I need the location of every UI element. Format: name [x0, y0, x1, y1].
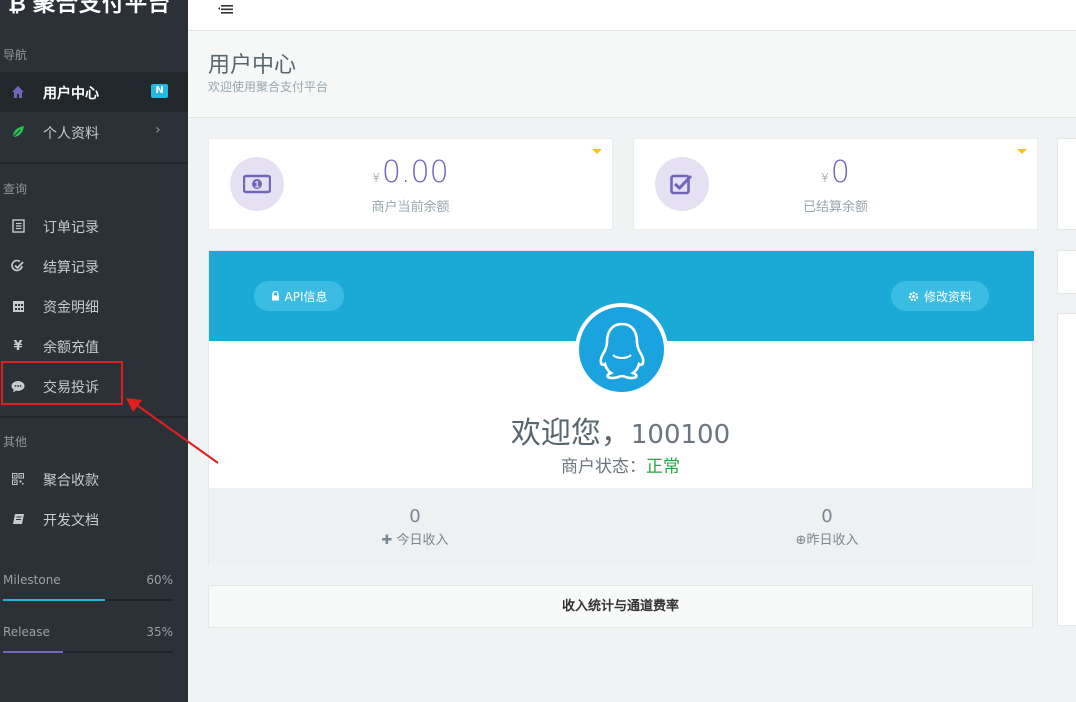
page-title: 用户中心 [208, 53, 297, 78]
sidebar-item-label: 开发文档 [43, 513, 99, 529]
release-value: 35% [146, 625, 173, 639]
sidebar-item-profile[interactable]: 个人资料 › [0, 112, 188, 152]
edit-profile-button[interactable]: 修改资料 [891, 281, 989, 311]
topbar [188, 0, 1076, 31]
dropdown-caret-icon[interactable] [592, 149, 602, 154]
sidebar-item-dev-docs[interactable]: 开发文档 [0, 499, 188, 539]
milestone-label: Milestone [3, 573, 61, 587]
release-progress-bar [3, 651, 173, 653]
api-info-button[interactable]: API信息 [254, 281, 344, 311]
income-stats-tab[interactable]: 收入统计与通道费率 [208, 585, 1033, 628]
lock-icon [271, 291, 279, 301]
income-summary: 0 ✚ 今日收入 0 ⊕昨日收入 [209, 488, 1034, 565]
sidebar-divider [0, 162, 188, 164]
sidebar-item-recharge[interactable]: ¥ 余额充值 [0, 326, 188, 366]
release-progress-fill [3, 651, 63, 653]
milestone-value: 60% [146, 573, 173, 587]
partial-card [1057, 313, 1076, 626]
profile-panel: API信息 修改资料 欢迎您，100100 商户状态：正常 0 ✚ 今日收入 0… [208, 250, 1034, 565]
sidebar-item-user-center[interactable]: 用户中心 N [0, 72, 188, 112]
sidebar-item-settlements[interactable]: 结算记录 [0, 246, 188, 286]
currency-symbol: ¥ [372, 171, 380, 185]
release-label: Release [3, 625, 50, 639]
sidebar-item-label: 余额充值 [43, 340, 99, 356]
sidebar-item-label: 订单记录 [43, 220, 99, 236]
avatar[interactable] [575, 303, 668, 396]
welcome-text: 欢迎您，100100 [510, 416, 731, 451]
settled-value: ¥0 [821, 155, 850, 190]
section-other-label: 其他 [3, 435, 28, 449]
new-badge: N [151, 84, 168, 98]
today-income: 0 ✚ 今日收入 [315, 506, 515, 548]
sidebar-item-funds[interactable]: 资金明细 [0, 286, 188, 326]
settled-card: ¥0 已结算余额 [633, 138, 1038, 230]
sidebar-item-label: 用户中心 [43, 86, 99, 102]
check-icon [11, 259, 25, 273]
dropdown-caret-icon[interactable] [1017, 149, 1027, 154]
sidebar: ₿ 聚合支付平台 导航 用户中心 N 个人资料 › 查询 订单记录 结算记录 资… [0, 0, 188, 702]
qq-penguin-icon [599, 322, 644, 379]
currency-symbol: ¥ [821, 171, 829, 185]
milestone-progress-bar [3, 599, 173, 601]
brand-title: 聚合支付平台 [32, 0, 171, 17]
page-header: 用户中心 欢迎使用聚合支付平台 [188, 31, 1076, 118]
yesterday-income-label: 昨日收入 [806, 533, 859, 548]
page-subtitle: 欢迎使用聚合支付平台 [208, 80, 329, 94]
milestone-progress-fill [3, 599, 105, 601]
status-value: 正常 [646, 457, 680, 477]
today-income-label: 今日收入 [396, 533, 449, 548]
balance-card: 1 ¥0.00 商户当前余额 [208, 138, 613, 230]
home-icon [11, 85, 25, 99]
balance-label: 商户当前余额 [371, 200, 450, 215]
sidebar-item-label: 个人资料 [43, 126, 99, 142]
section-nav-label: 导航 [3, 48, 28, 62]
leaf-icon [11, 125, 25, 139]
qrcode-icon [11, 472, 25, 486]
sidebar-item-label: 聚合收款 [43, 473, 99, 489]
merchant-status: 商户状态：正常 [561, 457, 680, 477]
yesterday-income-value: 0 [821, 506, 833, 527]
annotation-highlight-box [1, 361, 123, 405]
balance-value: ¥0.00 [372, 155, 449, 190]
bitcoin-logo-icon: ₿ [8, 0, 27, 17]
today-income-value: 0 [409, 506, 421, 527]
calendar-icon [11, 299, 25, 313]
settled-label: 已结算余额 [802, 200, 868, 215]
annotation-arrow-icon [126, 398, 219, 464]
partial-card [1057, 250, 1076, 294]
yesterday-income: 0 ⊕昨日收入 [727, 506, 927, 548]
menu-toggle-icon[interactable] [218, 0, 234, 15]
chevron-right-icon: › [155, 122, 161, 138]
plus-circle-icon: ⊕ [795, 533, 807, 548]
list-icon [11, 219, 25, 233]
yen-icon: ¥ [13, 338, 23, 354]
sidebar-item-label: 资金明细 [43, 300, 99, 316]
section-query-label: 查询 [3, 182, 28, 196]
sidebar-item-label: 结算记录 [43, 260, 99, 276]
brand[interactable]: ₿ 聚合支付平台 [0, 0, 188, 20]
plus-icon: ✚ [381, 533, 393, 548]
partial-card [1057, 138, 1076, 230]
book-icon [11, 512, 25, 526]
user-id: 100100 [630, 420, 731, 450]
gear-icon [908, 291, 919, 301]
sidebar-item-orders[interactable]: 订单记录 [0, 206, 188, 246]
